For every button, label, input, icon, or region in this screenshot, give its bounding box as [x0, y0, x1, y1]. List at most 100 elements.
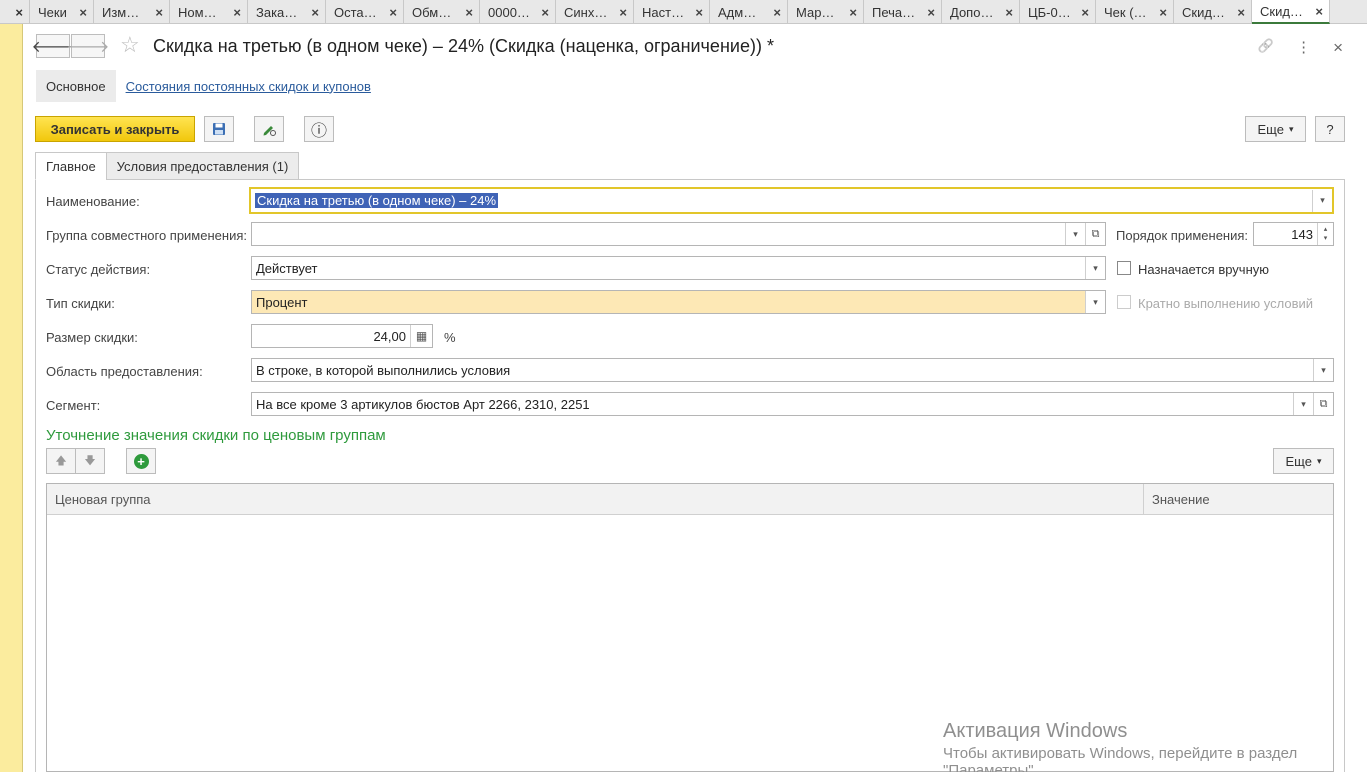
tab-conditions[interactable]: Условия предоставления (1)	[105, 152, 300, 180]
window-tab-7[interactable]: 0000… ×	[480, 0, 556, 24]
table-more-button[interactable]: Еще ▾	[1273, 448, 1334, 474]
segment-input[interactable]: На все кроме 3 артикулов бюстов Арт 2266…	[251, 392, 1334, 416]
watermark-title: Активация Windows	[943, 720, 1128, 742]
dropdown-icon[interactable]: ▾	[1313, 359, 1333, 381]
window-tab-17-active[interactable]: Скид… ×	[1252, 0, 1330, 24]
move-up-button[interactable]: 🡅	[46, 448, 76, 474]
close-icon[interactable]: ×	[79, 5, 87, 20]
close-icon[interactable]: ×	[1159, 5, 1167, 20]
form-tabs: Главное Условия предоставления (1)	[35, 152, 300, 180]
more-button[interactable]: Еще ▾	[1245, 116, 1306, 142]
group-input[interactable]: ▾ ⧉	[251, 222, 1106, 246]
window-tab-13[interactable]: Допо… ×	[942, 0, 1020, 24]
star-icon[interactable]: ☆	[120, 32, 140, 58]
spin-down-icon[interactable]: ▾	[1324, 234, 1328, 243]
order-input[interactable]: 143 ▴ ▾	[1253, 222, 1334, 246]
close-icon[interactable]: ×	[619, 5, 627, 20]
close-icon[interactable]: ×	[927, 5, 935, 20]
column-header-price-group[interactable]: Ценовая группа	[47, 484, 1144, 514]
info-button[interactable]: ⓘ	[304, 116, 334, 142]
close-icon[interactable]: ×	[15, 5, 23, 20]
multiple-checkbox	[1117, 295, 1131, 309]
size-value: 24,00	[373, 328, 406, 344]
close-icon[interactable]: ×	[1333, 38, 1343, 58]
pen-icon	[263, 126, 276, 136]
page-title: Скидка на третью (в одном чеке) – 24% (С…	[153, 36, 774, 56]
close-icon[interactable]: ×	[233, 5, 241, 20]
dropdown-icon[interactable]: ▾	[1293, 393, 1313, 415]
window-tab-2[interactable]: Изм… ×	[94, 0, 170, 24]
watermark-line: "Параметры".	[943, 762, 1038, 772]
section-tab-main[interactable]: Основное	[36, 70, 116, 102]
more-vertical-icon[interactable]: ⋮	[1296, 38, 1311, 58]
window-tab-16[interactable]: Скид… ×	[1174, 0, 1252, 24]
window-tab-9[interactable]: Наст… ×	[634, 0, 710, 24]
window-tab-15[interactable]: Чек (… ×	[1096, 0, 1174, 24]
window-tab-10[interactable]: Адм… ×	[710, 0, 788, 24]
close-icon[interactable]: ×	[155, 5, 163, 20]
order-label: Порядок применения:	[1116, 228, 1249, 243]
status-select[interactable]: Действует ▾	[251, 256, 1106, 280]
watermark-line: Чтобы активировать Windows, перейдите в …	[943, 745, 1298, 762]
manual-checkbox[interactable]	[1117, 261, 1131, 275]
close-icon[interactable]: ×	[773, 5, 781, 20]
edit-button[interactable]	[254, 116, 284, 142]
name-input[interactable]: Скидка на третью (в одном чеке) – 24% ▾	[249, 187, 1334, 214]
window-tab-14[interactable]: ЦБ-0… ×	[1020, 0, 1096, 24]
window-tab-3[interactable]: Ном… ×	[170, 0, 248, 24]
dropdown-icon[interactable]: ▾	[1065, 223, 1085, 245]
window-tab-8[interactable]: Синх… ×	[556, 0, 634, 24]
close-icon[interactable]: ×	[465, 5, 473, 20]
arrow-up-icon: 🡅	[55, 454, 67, 467]
size-unit: %	[444, 330, 456, 345]
close-icon[interactable]: ×	[389, 5, 397, 20]
window-tab-12[interactable]: Печа… ×	[864, 0, 942, 24]
close-icon[interactable]: ×	[1081, 5, 1089, 20]
open-icon[interactable]: ⧉	[1085, 223, 1105, 245]
type-select[interactable]: Процент ▾	[251, 290, 1106, 314]
save-button[interactable]	[204, 116, 234, 142]
close-icon[interactable]: ×	[695, 5, 703, 20]
save-and-close-button[interactable]: Записать и закрыть	[35, 116, 195, 142]
close-icon[interactable]: ×	[1315, 4, 1323, 19]
tab-main[interactable]: Главное	[35, 152, 107, 180]
help-button[interactable]: ?	[1315, 116, 1345, 142]
window-tab-1[interactable]: Чеки ×	[30, 0, 94, 24]
tab-strip-lead: ×	[0, 0, 30, 24]
window-tab-11[interactable]: Мар… ×	[788, 0, 864, 24]
back-button[interactable]: 🡐	[32, 34, 74, 58]
segment-value: На все кроме 3 артикулов бюстов Арт 2266…	[256, 396, 590, 412]
window-tab-4[interactable]: Зака… ×	[248, 0, 326, 24]
section-tab-coupon-states[interactable]: Состояния постоянных скидок и купонов	[116, 70, 381, 102]
area-select[interactable]: В строке, в которой выполнились условия …	[251, 358, 1334, 382]
arrow-down-icon: 🡇	[84, 454, 96, 467]
column-header-value[interactable]: Значение	[1144, 484, 1332, 514]
window-tab-6[interactable]: Обм… ×	[404, 0, 480, 24]
forward-button[interactable]: 🡒	[67, 34, 109, 58]
dropdown-icon[interactable]: ▾	[1085, 291, 1105, 313]
arrow-right-icon: 🡒	[66, 38, 110, 56]
command-bar: Записать и закрыть ⓘ Еще ▾ ?	[35, 116, 1345, 142]
window-tab-5[interactable]: Оста… ×	[326, 0, 404, 24]
close-icon[interactable]: ×	[1237, 5, 1245, 20]
windows-activation-watermark: Активация Windows Чтобы активировать Win…	[943, 720, 1297, 772]
status-label: Статус действия:	[46, 262, 151, 277]
open-icon[interactable]: ⧉	[1313, 393, 1333, 415]
close-icon[interactable]: ×	[311, 5, 319, 20]
close-icon[interactable]: ×	[1005, 5, 1013, 20]
dropdown-icon[interactable]: ▾	[1312, 189, 1332, 212]
area-value: В строке, в которой выполнились условия	[256, 362, 511, 378]
close-icon[interactable]: ×	[849, 5, 857, 20]
move-down-button[interactable]: 🡇	[75, 448, 105, 474]
calculator-icon[interactable]: ▦	[410, 325, 432, 347]
size-input[interactable]: 24,00 ▦	[251, 324, 433, 348]
floppy-disk-icon	[213, 123, 225, 135]
table-more-label: Еще	[1285, 453, 1312, 469]
spin-up-icon[interactable]: ▴	[1324, 225, 1328, 234]
left-panel-strip[interactable]: )	[0, 24, 23, 772]
close-icon[interactable]: ×	[541, 5, 549, 20]
dropdown-icon[interactable]: ▾	[1085, 257, 1105, 279]
link-icon[interactable]: 🔗	[1258, 38, 1274, 58]
spinner[interactable]: ▴ ▾	[1317, 223, 1333, 245]
add-row-button[interactable]: +	[126, 448, 156, 474]
